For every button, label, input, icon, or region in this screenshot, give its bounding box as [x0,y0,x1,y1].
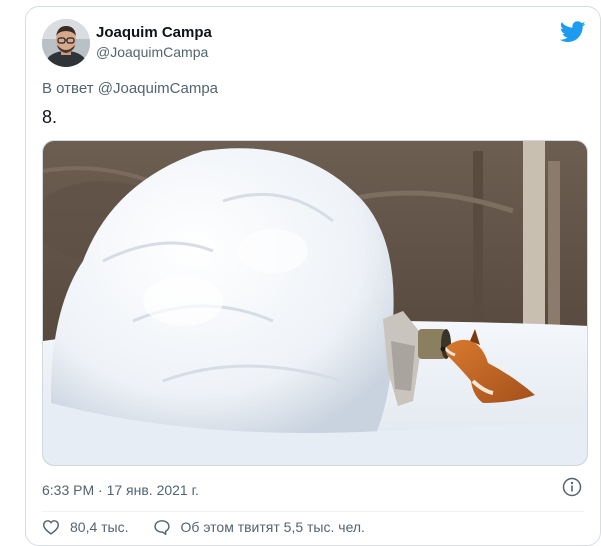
discussion-count: Об этом твитят 5,5 тыс. чел. [180,519,365,535]
like-count: 80,4 тыс. [70,519,129,535]
heart-icon [42,520,60,535]
like-button[interactable]: 80,4 тыс. [42,519,129,535]
reply-context: В ответ @JoaquimCampa [42,80,218,97]
discussion-link[interactable]: Об этом твитят 5,5 тыс. чел. [153,519,365,535]
reply-prefix: В ответ [42,80,94,97]
avatar[interactable] [42,19,90,67]
tweet-card: Joaquim Campa @JoaquimCampa В ответ @Joa… [25,6,601,546]
tweet-timestamp[interactable]: 6:33 PM · 17 янв. 2021 г. [42,482,199,498]
tweet-text: 8. [42,107,58,127]
divider [42,511,584,512]
info-icon[interactable] [562,477,582,502]
tweet-photo[interactable] [42,140,588,466]
fox-igloo-image [43,141,587,465]
author-handle[interactable]: @JoaquimCampa [96,44,208,60]
author-name[interactable]: Joaquim Campa [96,24,212,41]
engagement-stats: 80,4 тыс. Об этом твитят 5,5 тыс. чел. [42,519,365,535]
speech-bubble-icon [153,520,170,535]
reply-mention-link[interactable]: @JoaquimCampa [98,80,218,97]
avatar-photo [42,19,90,67]
twitter-bird-icon[interactable] [559,21,586,48]
